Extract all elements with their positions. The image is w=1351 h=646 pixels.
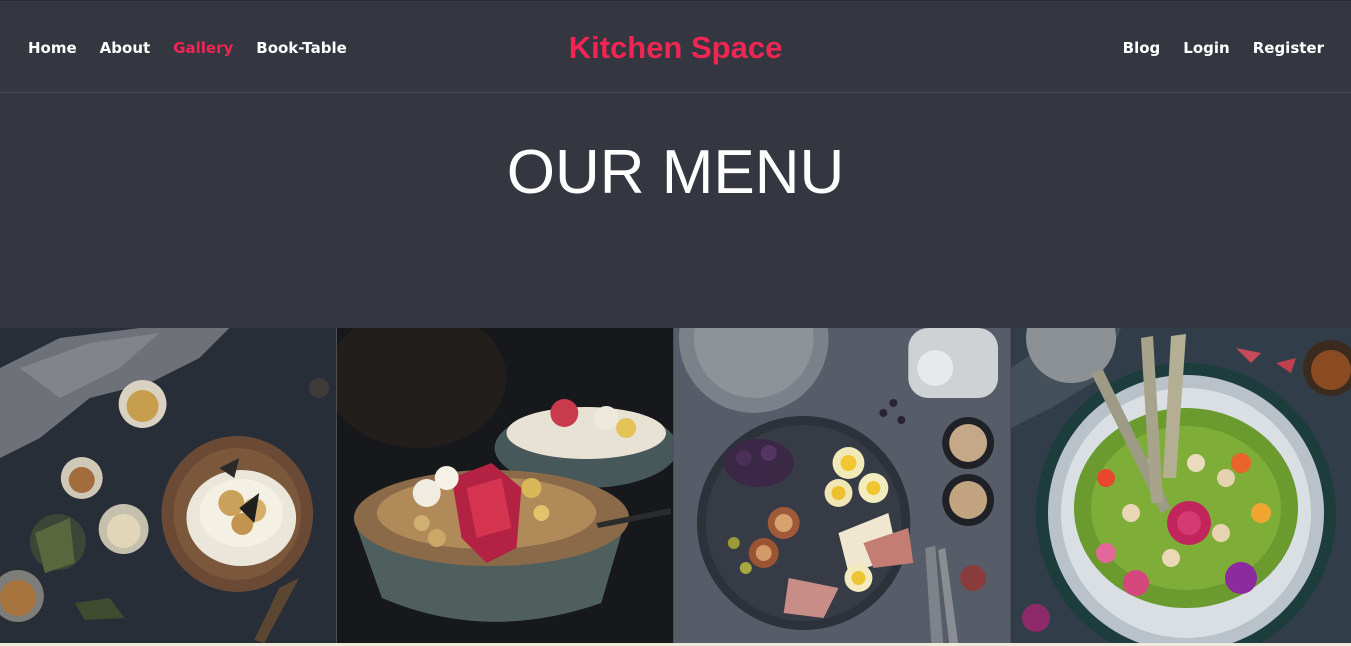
granola-bowl-photo xyxy=(337,328,673,643)
gallery-item-salad[interactable] xyxy=(1011,328,1351,643)
hero: OUR MENU xyxy=(0,93,1351,328)
fruit-platter-photo xyxy=(674,328,1010,643)
nav-book-table-link[interactable]: Book-Table xyxy=(256,39,347,57)
nav-left: Home About Gallery Book-Table xyxy=(28,1,370,94)
gallery-item-dessert[interactable] xyxy=(0,328,337,643)
gallery-item-platter[interactable] xyxy=(674,328,1011,643)
gallery xyxy=(0,328,1351,643)
nav-login-link[interactable]: Login xyxy=(1183,39,1229,57)
brand-logo[interactable]: Kitchen Space xyxy=(569,30,783,66)
nav-right: Blog Login Register xyxy=(1100,1,1324,94)
nav-gallery-link[interactable]: Gallery xyxy=(173,39,233,57)
page: Home About Gallery Book-Table Kitchen Sp… xyxy=(0,0,1351,646)
nav-about-link[interactable]: About xyxy=(100,39,151,57)
gallery-item-granola[interactable] xyxy=(337,328,674,643)
nav-home-link[interactable]: Home xyxy=(28,39,77,57)
navbar: Home About Gallery Book-Table Kitchen Sp… xyxy=(0,0,1351,93)
nav-blog-link[interactable]: Blog xyxy=(1123,39,1161,57)
salad-bowl-photo xyxy=(1011,328,1351,643)
page-title: OUR MENU xyxy=(506,138,845,207)
nav-register-link[interactable]: Register xyxy=(1253,39,1324,57)
dessert-plate-photo xyxy=(0,328,336,643)
